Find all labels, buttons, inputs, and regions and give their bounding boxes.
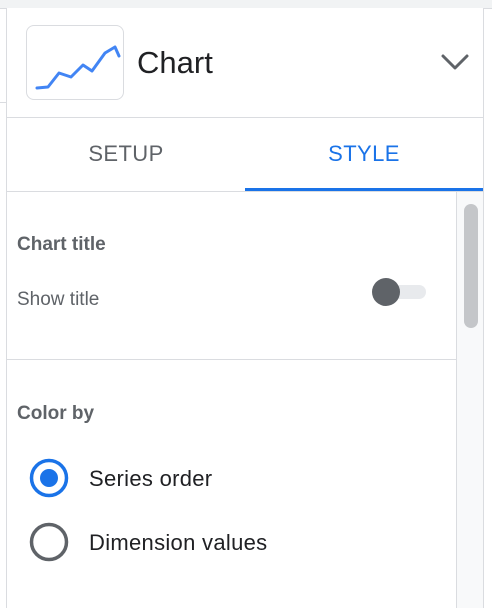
chart-type-dropdown-button[interactable] <box>439 46 471 78</box>
dimension-values-label: Dimension values <box>89 530 268 555</box>
toggle-thumb <box>372 278 400 306</box>
chart-editor-panel: Chart SETUP STYLE Chart title Show title <box>6 8 484 608</box>
chart-title-section: Chart title Show title <box>7 192 456 360</box>
scrollbar-thumb[interactable] <box>464 204 478 328</box>
active-tab-indicator <box>245 188 483 191</box>
chart-title-heading: Chart title <box>17 234 106 255</box>
tab-style[interactable]: STYLE <box>245 118 483 191</box>
color-by-section: Color by Series order Dimension values <box>7 360 456 608</box>
show-title-label: Show title <box>17 289 100 310</box>
radio-unselected-icon <box>29 522 69 562</box>
chart-editor-screen: Chart SETUP STYLE Chart title Show title <box>0 0 492 608</box>
color-by-heading: Color by <box>17 403 95 424</box>
series-order-label: Series order <box>89 466 213 491</box>
chevron-down-icon <box>441 54 469 70</box>
radio-selected-icon <box>29 458 69 498</box>
chart-type-label: Chart <box>137 45 213 80</box>
radio-series-order[interactable]: Series order <box>29 458 429 498</box>
editor-tabs: SETUP STYLE <box>7 118 483 192</box>
line-chart-icon <box>35 45 121 90</box>
panel-scrollbar[interactable] <box>456 192 483 608</box>
style-tab-content: Chart title Show title Color by Series o… <box>7 192 456 608</box>
radio-dimension-values[interactable]: Dimension values <box>29 522 429 562</box>
chart-type-thumbnail[interactable] <box>26 25 124 100</box>
show-title-toggle[interactable] <box>372 278 428 306</box>
chart-type-header: Chart <box>7 8 483 118</box>
tab-setup[interactable]: SETUP <box>7 118 245 191</box>
